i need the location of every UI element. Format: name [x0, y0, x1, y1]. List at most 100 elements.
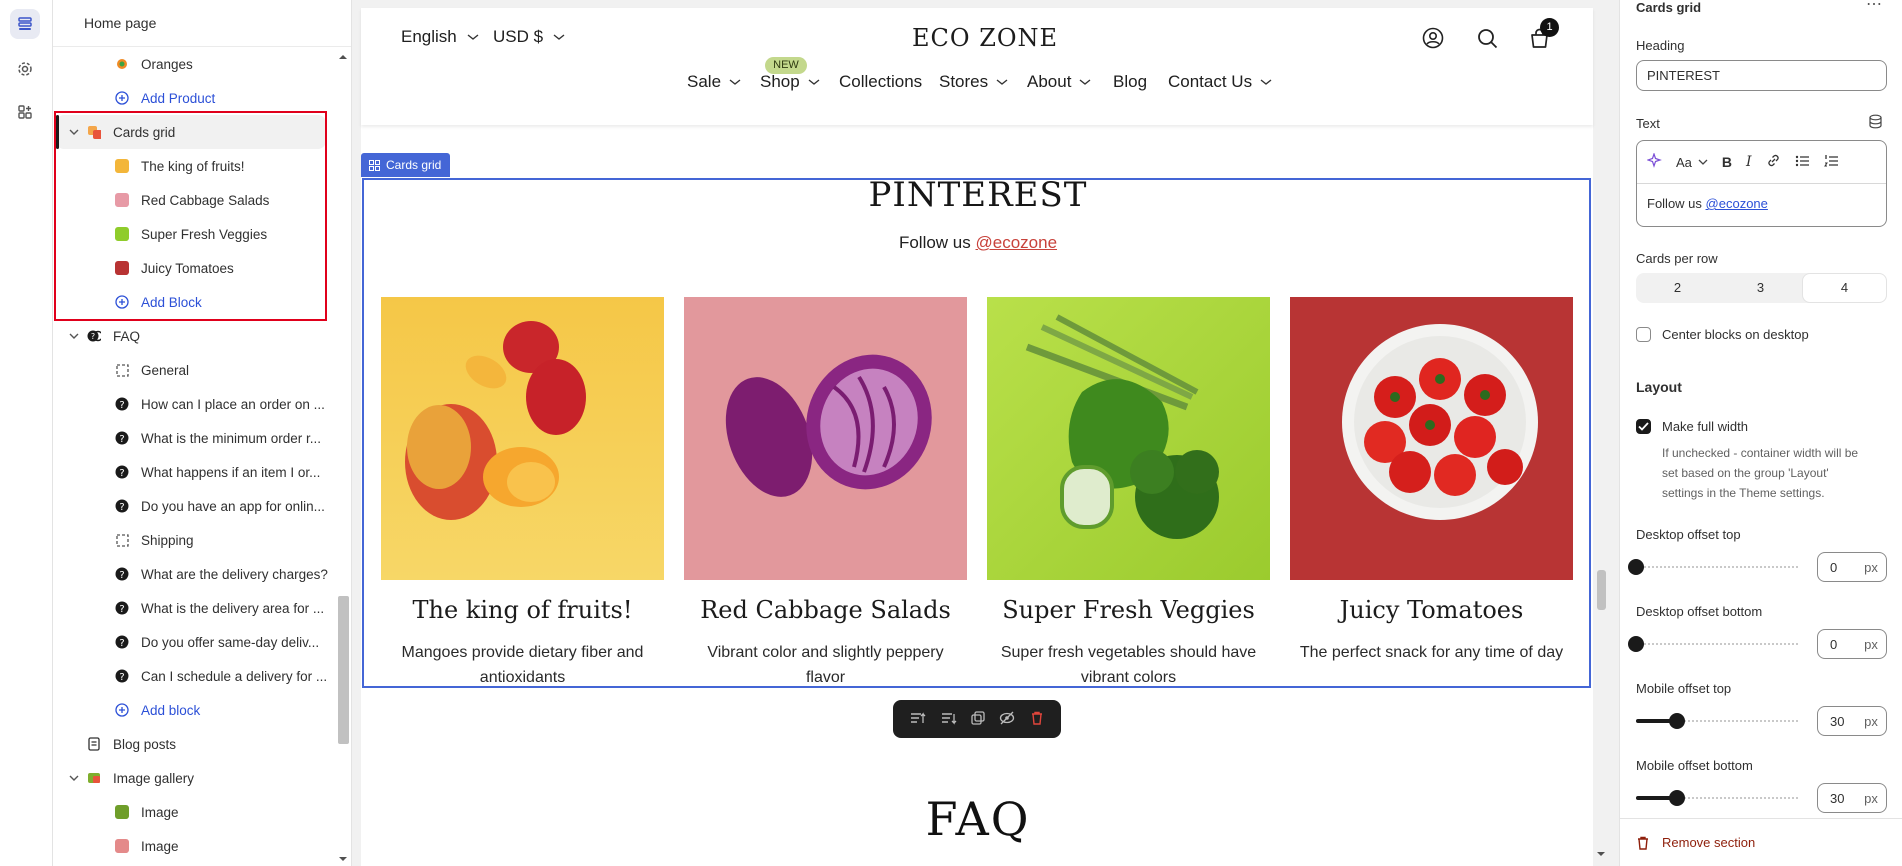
- offset-label: Mobile offset bottom: [1636, 758, 1753, 773]
- block-item[interactable]: Super Fresh Veggies: [53, 217, 333, 251]
- chevron-down-icon[interactable]: [67, 771, 81, 785]
- apps-icon[interactable]: [10, 97, 40, 127]
- block-item[interactable]: ? What are the delivery charges?: [53, 557, 333, 591]
- follow-link[interactable]: @ecozone: [976, 233, 1058, 252]
- add-block-button[interactable]: Add block: [53, 693, 333, 727]
- italic-icon[interactable]: I: [1746, 154, 1752, 170]
- block-item[interactable]: The king of fruits!: [53, 149, 333, 183]
- nav-sale[interactable]: Sale: [687, 72, 741, 92]
- heading-input[interactable]: PINTEREST: [1636, 60, 1887, 91]
- slider-knob[interactable]: [1628, 559, 1644, 575]
- chevron-down-icon: [553, 34, 565, 40]
- sections-icon[interactable]: [10, 9, 40, 39]
- chevron-down-icon[interactable]: [67, 329, 81, 343]
- block-item[interactable]: ? Do you have an app for onlin...: [53, 489, 333, 523]
- sidebar-scroll-thumb[interactable]: [338, 596, 349, 744]
- link-icon[interactable]: [1766, 153, 1781, 171]
- language-selector[interactable]: English: [401, 27, 479, 47]
- slider-knob[interactable]: [1628, 636, 1644, 652]
- sidebar-item-cards-grid[interactable]: Cards grid: [53, 115, 333, 149]
- rte-link[interactable]: @ecozone: [1706, 196, 1768, 211]
- blog-icon: [87, 737, 101, 751]
- account-icon[interactable]: [1422, 27, 1444, 52]
- hide-eye-icon[interactable]: [999, 711, 1015, 728]
- preview-scroll-thumb[interactable]: [1597, 570, 1606, 610]
- block-item[interactable]: ? What happens if an item I or...: [53, 455, 333, 489]
- full-width-checkbox[interactable]: [1636, 419, 1651, 434]
- numbered-list-icon[interactable]: [1823, 154, 1839, 171]
- block-item[interactable]: ? How can I place an order on ...: [53, 387, 333, 421]
- card-image-cabbage[interactable]: [684, 297, 967, 580]
- add-block-button[interactable]: Add Block: [53, 285, 333, 319]
- remove-section-button[interactable]: Remove section: [1636, 835, 1755, 850]
- chevron-down-icon[interactable]: [67, 125, 81, 139]
- dynamic-source-icon[interactable]: [1868, 114, 1883, 132]
- move-up-icon[interactable]: [910, 711, 926, 728]
- delete-icon[interactable]: [1030, 711, 1044, 728]
- store-logo[interactable]: ECO ZONE: [912, 24, 1058, 52]
- sidebar-item-blog-posts[interactable]: Blog posts: [53, 727, 333, 761]
- add-product-button[interactable]: Add Product: [53, 81, 333, 115]
- nav-blog[interactable]: Blog: [1113, 72, 1147, 92]
- currency-selector[interactable]: USD $: [493, 27, 565, 47]
- block-item[interactable]: Juicy Tomatoes: [53, 251, 333, 285]
- block-item[interactable]: ? Can I schedule a delivery for ...: [53, 659, 333, 693]
- nav-shop[interactable]: Shop: [760, 72, 820, 92]
- move-down-icon[interactable]: [941, 711, 957, 728]
- duplicate-icon[interactable]: [971, 710, 985, 728]
- list-item-label: Red Cabbage Salads: [141, 192, 270, 208]
- svg-text:?: ?: [119, 672, 124, 683]
- offset-input[interactable]: 30 px: [1817, 783, 1887, 813]
- nav-contact-us[interactable]: Contact Us: [1168, 72, 1272, 92]
- offset-slider[interactable]: [1636, 713, 1800, 729]
- slider-knob[interactable]: [1669, 790, 1685, 806]
- section-text: Follow us @ecozone: [760, 233, 1196, 253]
- offset-input[interactable]: 30 px: [1817, 706, 1887, 736]
- font-size-dropdown[interactable]: Aa: [1676, 155, 1708, 170]
- chevron-down-icon: [1698, 159, 1708, 165]
- cards-per-row-option[interactable]: 3: [1719, 273, 1802, 303]
- center-blocks-checkbox[interactable]: [1636, 327, 1651, 342]
- list-item-label: Super Fresh Veggies: [141, 226, 268, 242]
- card-text-line: antioxidants: [479, 669, 566, 686]
- block-item[interactable]: Shipping: [53, 523, 333, 557]
- cards-per-row-option[interactable]: 4: [1803, 274, 1886, 302]
- settings-gear-icon[interactable]: [10, 54, 40, 84]
- sidebar-item-image-gallery[interactable]: Image gallery: [53, 761, 333, 795]
- section-tag[interactable]: Cards grid: [361, 153, 451, 177]
- block-item[interactable]: General: [53, 353, 333, 387]
- slider-knob[interactable]: [1669, 713, 1685, 729]
- offset-slider[interactable]: [1628, 559, 1800, 575]
- more-options-icon[interactable]: ⋯: [1866, 0, 1882, 14]
- cards-per-row-option[interactable]: 2: [1636, 273, 1719, 303]
- block-item[interactable]: ? What is the minimum order r...: [53, 421, 333, 455]
- offset-input[interactable]: 0 px: [1817, 552, 1887, 582]
- card-image-veggies[interactable]: [987, 297, 1270, 580]
- block-item[interactable]: Red Cabbage Salads: [53, 183, 333, 217]
- nav-collections[interactable]: Collections: [839, 72, 922, 92]
- bullet-list-icon[interactable]: [1795, 154, 1810, 171]
- text-editor[interactable]: Aa B I Follow us @ecozone: [1636, 140, 1887, 227]
- sidebar-item-faq[interactable]: ? FAQ: [53, 319, 333, 353]
- preview-scrollbar[interactable]: [1595, 8, 1608, 866]
- block-item[interactable]: Image: [53, 829, 333, 863]
- card-image-tomatoes[interactable]: [1290, 297, 1573, 580]
- nav-about[interactable]: About: [1027, 72, 1091, 92]
- nav-stores[interactable]: Stores: [939, 72, 1008, 92]
- divider: [1620, 818, 1902, 819]
- search-icon[interactable]: [1477, 28, 1498, 52]
- block-item[interactable]: ? What is the delivery area for ...: [53, 591, 333, 625]
- chevron-down-icon: [467, 34, 479, 40]
- card-image-mango[interactable]: [381, 297, 664, 580]
- block-item[interactable]: ? Do you offer same-day deliv...: [53, 625, 333, 659]
- offset-input[interactable]: 0 px: [1817, 629, 1887, 659]
- list-item-label: Image gallery: [113, 770, 195, 786]
- bold-icon[interactable]: B: [1722, 154, 1732, 170]
- rte-content[interactable]: Follow us @ecozone: [1637, 184, 1886, 211]
- offset-slider[interactable]: [1636, 790, 1800, 806]
- block-item[interactable]: Image: [53, 795, 333, 829]
- list-item[interactable]: Oranges: [53, 47, 333, 81]
- ai-sparkle-icon[interactable]: [1646, 152, 1662, 171]
- offset-slider[interactable]: [1628, 636, 1800, 652]
- nav-label: Sale: [687, 72, 722, 91]
